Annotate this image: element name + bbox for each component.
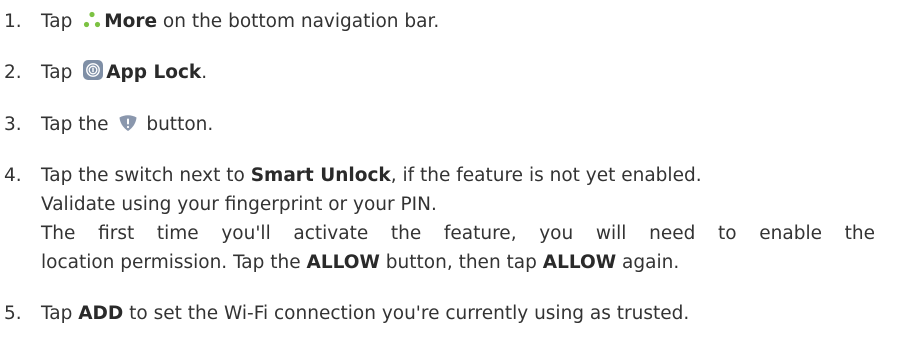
step-number: 4.	[4, 165, 22, 186]
allow-label-2: ALLOW	[542, 252, 617, 273]
step-text: Tap the button.	[41, 110, 875, 139]
step-text: Tap App Lock.	[41, 58, 875, 87]
step-number: 1.	[4, 11, 22, 32]
more-icon	[82, 10, 102, 39]
add-label: ADD	[78, 303, 124, 324]
step-text: Tap the switch next to Smart Unlock, if …	[41, 161, 875, 277]
step-4-line-2: Validate using your fingerprint or your …	[41, 194, 437, 215]
smart-unlock-label: Smart Unlock	[250, 165, 391, 186]
step-text: Tap ADD to set the Wi-Fi connection you'…	[41, 303, 690, 324]
step-4-line-1: Tap the switch next to Smart Unlock, if …	[41, 165, 702, 186]
step-number: 2.	[4, 62, 22, 83]
more-label: More	[104, 11, 158, 32]
shield-alert-icon	[118, 113, 138, 142]
step-text: Tap More on the bottom navigation bar.	[41, 7, 875, 36]
step-4-line-3: The first time you'll activate the featu…	[41, 223, 875, 244]
step-number: 3.	[4, 114, 22, 135]
app-lock-label: App Lock	[106, 62, 202, 83]
allow-label-1: ALLOW	[306, 252, 380, 273]
app-lock-icon	[82, 59, 104, 90]
step-4-line-4: location permission. Tap the ALLOW butto…	[41, 252, 680, 273]
step-number: 5.	[4, 303, 22, 324]
